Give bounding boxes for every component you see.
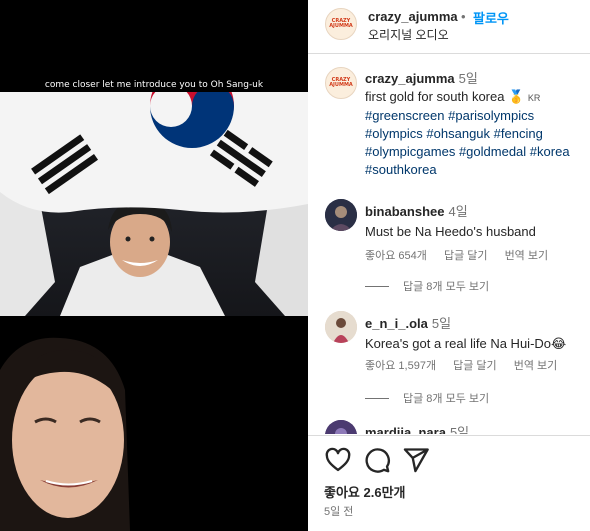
author-avatar-logo-text: CRAZY AJUMMA: [329, 18, 353, 29]
creator-face-image: [0, 330, 308, 531]
hashtag-link[interactable]: #parisolympics: [448, 108, 534, 123]
send-icon[interactable]: [402, 446, 430, 474]
comment-username[interactable]: mardiia_nara: [365, 425, 446, 434]
hashtag-link[interactable]: #greenscreen: [365, 108, 445, 123]
author-avatar[interactable]: CRAZY AJUMMA: [325, 8, 357, 40]
comment-time[interactable]: 5일: [432, 316, 451, 331]
comment-text: Korea's got a real life Na Hui-Do😂: [365, 336, 567, 351]
comment-like-count[interactable]: 좋아요 1,597개: [365, 360, 436, 372]
comment-item: e_n_i_.ola 5일 Korea's got a real life Na …: [365, 313, 587, 353]
comment-icon[interactable]: [363, 446, 391, 474]
translate-button[interactable]: 번역 보기: [505, 250, 549, 262]
comment-username[interactable]: binabanshee: [365, 204, 444, 219]
reel-video[interactable]: come closer let me introduce you to Oh S…: [0, 0, 308, 531]
hashtag-link[interactable]: #olympicgames: [365, 144, 455, 159]
comment-avatar[interactable]: [325, 420, 357, 434]
comment-avatar-image: [325, 420, 357, 434]
hashtag-link[interactable]: #goldmedal: [459, 144, 526, 159]
separator-dot: •: [461, 9, 466, 24]
comment-avatar-image: [325, 311, 357, 343]
comment-item: binabanshee 4일 Must be Na Heedo's husband: [365, 201, 587, 241]
comment-meta: 좋아요 1,597개 답글 달기 번역 보기: [365, 357, 571, 373]
view-replies-label: 답글 8개 모두 보기: [403, 281, 490, 293]
hashtag-link[interactable]: #korea: [530, 144, 570, 159]
video-caption-overlay: come closer let me introduce you to Oh S…: [44, 80, 264, 90]
caption-text: first gold for south korea 🥇 KR: [365, 88, 587, 107]
audio-label[interactable]: 오리지널 오디오: [368, 26, 449, 43]
comment-time[interactable]: 5일: [450, 425, 469, 434]
replies-line: [365, 285, 389, 287]
comment-avatar-image: [325, 199, 357, 231]
creator-webcam-overlay: [0, 330, 308, 531]
comments-list[interactable]: CRAZY AJUMMA crazy_ajumma 5일 first gold f…: [308, 56, 590, 434]
view-replies-button[interactable]: 답글 8개 모두 보기: [365, 278, 489, 294]
caption-time[interactable]: 5일: [459, 71, 478, 86]
hashtag-link[interactable]: #fencing: [494, 126, 543, 141]
caption-hashtags: #greenscreen #parisolympics #olympics #o…: [365, 107, 587, 179]
comment-meta: 좋아요 654개 답글 달기 번역 보기: [365, 247, 562, 263]
post-side-panel: CRAZY AJUMMA crazy_ajumma • 팔로우 오리지널 오디오…: [308, 0, 590, 531]
view-replies-button[interactable]: 답글 8개 모두 보기: [365, 390, 489, 406]
comment-like-count[interactable]: 좋아요 654개: [365, 250, 427, 262]
view-replies-label: 답글 8개 모두 보기: [403, 393, 490, 405]
author-username[interactable]: crazy_ajumma: [368, 9, 458, 24]
actions-divider: [308, 435, 590, 436]
caption-block: crazy_ajumma 5일 first gold for south kore…: [365, 68, 587, 179]
follow-button[interactable]: 팔로우: [473, 8, 509, 27]
taegukgi-celebration-scene: [0, 92, 308, 316]
comment-username[interactable]: e_n_i_.ola: [365, 316, 428, 331]
caption-body: first gold for south korea 🥇: [365, 89, 525, 104]
header-divider: [308, 53, 590, 54]
like-count[interactable]: 좋아요 2.6만개: [324, 482, 405, 501]
hashtag-link[interactable]: #olympics: [365, 126, 423, 141]
comment-avatar[interactable]: [325, 311, 357, 343]
heart-icon[interactable]: [324, 446, 352, 474]
reply-button[interactable]: 답글 달기: [453, 360, 497, 372]
caption-username[interactable]: crazy_ajumma: [365, 71, 455, 86]
hashtag-link[interactable]: #southkorea: [365, 162, 437, 177]
caption-author-avatar[interactable]: CRAZY AJUMMA: [325, 67, 357, 99]
caption-avatar-logo-text: CRAZY AJUMMA: [329, 77, 353, 88]
hashtag-link[interactable]: #ohsanguk: [426, 126, 490, 141]
comment-avatar[interactable]: [325, 199, 357, 231]
comment-time[interactable]: 4일: [448, 204, 467, 219]
reply-button[interactable]: 답글 달기: [444, 250, 488, 262]
video-clip-image: [0, 92, 308, 316]
kr-flag-text: KR: [527, 93, 541, 103]
action-bar: [308, 446, 590, 476]
post-date[interactable]: 5일 전: [324, 503, 353, 519]
comment-item: mardiia_nara 5일: [365, 422, 587, 434]
replies-line: [365, 397, 389, 399]
translate-button[interactable]: 번역 보기: [514, 360, 558, 372]
comment-text: Must be Na Heedo's husband: [365, 224, 536, 239]
